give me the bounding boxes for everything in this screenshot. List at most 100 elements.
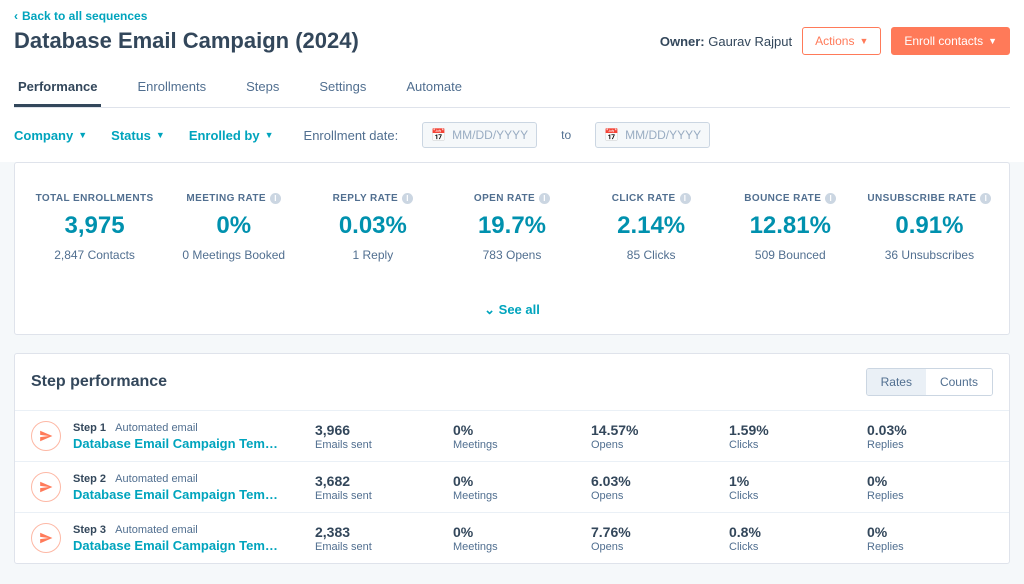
step-metric: 3,682Emails sent	[315, 473, 441, 502]
calendar-icon: 📅	[604, 128, 619, 142]
step-metric: 0%Meetings	[453, 422, 579, 451]
send-icon	[31, 472, 61, 502]
step-name-link[interactable]: Database Email Campaign Tem…	[73, 538, 303, 553]
send-icon	[31, 523, 61, 553]
caret-down-icon: ▼	[156, 130, 165, 140]
step-metric-value: 2,383	[315, 524, 441, 540]
step-metric: 0%Replies	[867, 524, 993, 553]
step-metric-value: 0%	[453, 473, 579, 489]
owner-label: Owner:	[660, 34, 705, 49]
step-metric-label: Replies	[867, 490, 993, 502]
step-metric: 1%Clicks	[729, 473, 855, 502]
step-row[interactable]: Step 2 Automated emailDatabase Email Cam…	[15, 461, 1009, 512]
metric-sub: 2,847 Contacts	[25, 248, 164, 262]
send-icon	[31, 421, 61, 451]
metric-sub: 36 Unsubscribes	[860, 248, 999, 262]
page-title: Database Email Campaign (2024)	[14, 28, 359, 54]
actions-label: Actions	[815, 34, 854, 48]
tab-enrollments[interactable]: Enrollments	[133, 71, 210, 107]
caret-down-icon: ▼	[988, 36, 997, 46]
tab-steps[interactable]: Steps	[242, 71, 283, 107]
metric-label: UNSUBSCRIBE RATE i	[867, 193, 991, 204]
metric-label: TOTAL ENROLLMENTS	[36, 193, 154, 204]
step-metric: 14.57%Opens	[591, 422, 717, 451]
metric-sub: 85 Clicks	[582, 248, 721, 262]
info-icon[interactable]: i	[980, 193, 991, 204]
back-link[interactable]: ‹ Back to all sequences	[14, 9, 147, 23]
metric-3: OPEN RATE i19.7%783 Opens	[442, 189, 581, 262]
owner-name: Gaurav Rajput	[708, 34, 792, 49]
step-metric-label: Emails sent	[315, 439, 441, 451]
metric-value: 0.91%	[860, 212, 999, 240]
metric-sub: 509 Bounced	[721, 248, 860, 262]
step-row[interactable]: Step 3 Automated email Database Email Cam…	[15, 512, 1009, 563]
step-metric-value: 1.59%	[729, 422, 855, 438]
to-text: to	[561, 128, 571, 142]
metric-value: 0%	[164, 212, 303, 240]
step-row[interactable]: Step 1 Automated email Database Email Cam…	[15, 410, 1009, 461]
step-metric-label: Meetings	[453, 439, 579, 451]
step-metric: 1.59%Clicks	[729, 422, 855, 451]
metric-1: MEETING RATE i 0% 0 Meetings Booked	[164, 189, 303, 262]
step-metric-label: Emails sent	[315, 490, 441, 502]
step-metric-value: 0%	[453, 524, 579, 540]
step-metric-value: 3,682	[315, 473, 441, 489]
metric-label: CLICK RATE i	[612, 193, 691, 204]
info-icon[interactable]: i	[402, 193, 413, 204]
metric-6: UNSUBSCRIBE RATE i 0.91% 36 Unsubscribes	[860, 189, 999, 262]
toggle-counts[interactable]: Counts	[926, 369, 992, 395]
step-metric-label: Clicks	[729, 439, 855, 451]
metric-sub: 783 Opens	[442, 248, 581, 262]
caret-down-icon: ▼	[859, 36, 868, 46]
step-info: Step 3 Automated email Database Email Cam…	[73, 524, 303, 553]
step-metric: 0.03%Replies	[867, 422, 993, 451]
step-metric-value: 0%	[453, 422, 579, 438]
metric-4: CLICK RATE i2.14%85 Clicks	[582, 189, 721, 262]
step-metric-value: 14.57%	[591, 422, 717, 438]
metric-2: REPLY RATE i0.03%1 Reply	[303, 189, 442, 262]
date-to-input[interactable]: 📅 MM/DD/YYYY	[595, 122, 710, 148]
filter-enrolled-by[interactable]: Enrolled by▼	[189, 128, 274, 143]
step-metric-value: 0.03%	[867, 422, 993, 438]
chevron-down-icon: ⌄	[484, 302, 495, 317]
tab-performance[interactable]: Performance	[14, 71, 101, 107]
see-all-link[interactable]: ⌄ See all	[25, 302, 999, 318]
step-metric-value: 0%	[867, 524, 993, 540]
metric-5: BOUNCE RATE i12.81%509 Bounced	[721, 189, 860, 262]
metric-sub: 0 Meetings Booked	[164, 248, 303, 262]
step-metric: 0%Replies	[867, 473, 993, 502]
caret-down-icon: ▼	[265, 130, 274, 140]
info-icon[interactable]: i	[825, 193, 836, 204]
date-from-input[interactable]: 📅 MM/DD/YYYY	[422, 122, 537, 148]
step-metric-value: 0%	[867, 473, 993, 489]
metrics-card: TOTAL ENROLLMENTS3,9752,847 ContactsMEET…	[14, 162, 1010, 335]
metric-label: MEETING RATE i	[186, 193, 281, 204]
step-meta: Step 3 Automated email	[73, 524, 303, 536]
info-icon[interactable]: i	[539, 193, 550, 204]
metric-0: TOTAL ENROLLMENTS 3,975 2,847 Contacts	[25, 189, 164, 262]
tab-automate[interactable]: Automate	[402, 71, 466, 107]
metric-value: 0.03%	[303, 212, 442, 240]
step-info: Step 1 Automated email Database Email Cam…	[73, 422, 303, 451]
step-name-link[interactable]: Database Email Campaign Tem…	[73, 487, 303, 502]
step-metric-label: Opens	[591, 490, 717, 502]
toggle-rates[interactable]: Rates	[867, 369, 926, 395]
tabs: Performance Enrollments Steps Settings A…	[14, 71, 1010, 108]
tab-settings[interactable]: Settings	[315, 71, 370, 107]
actions-button[interactable]: Actions ▼	[802, 27, 881, 55]
step-meta: Step 1 Automated email	[73, 422, 303, 434]
step-metric-value: 7.76%	[591, 524, 717, 540]
info-icon[interactable]: i	[680, 193, 691, 204]
step-metric: 3,966Emails sent	[315, 422, 441, 451]
filter-status[interactable]: Status▼	[111, 128, 165, 143]
step-metric-label: Meetings	[453, 490, 579, 502]
info-icon[interactable]: i	[270, 193, 281, 204]
step-name-link[interactable]: Database Email Campaign Tem…	[73, 436, 303, 451]
metric-value: 3,975	[25, 212, 164, 240]
filter-company[interactable]: Company▼	[14, 128, 87, 143]
caret-down-icon: ▼	[78, 130, 87, 140]
step-metric: 6.03%Opens	[591, 473, 717, 502]
chevron-left-icon: ‹	[14, 9, 18, 23]
step-metric-label: Opens	[591, 439, 717, 451]
enroll-contacts-button[interactable]: Enroll contacts ▼	[891, 27, 1010, 55]
